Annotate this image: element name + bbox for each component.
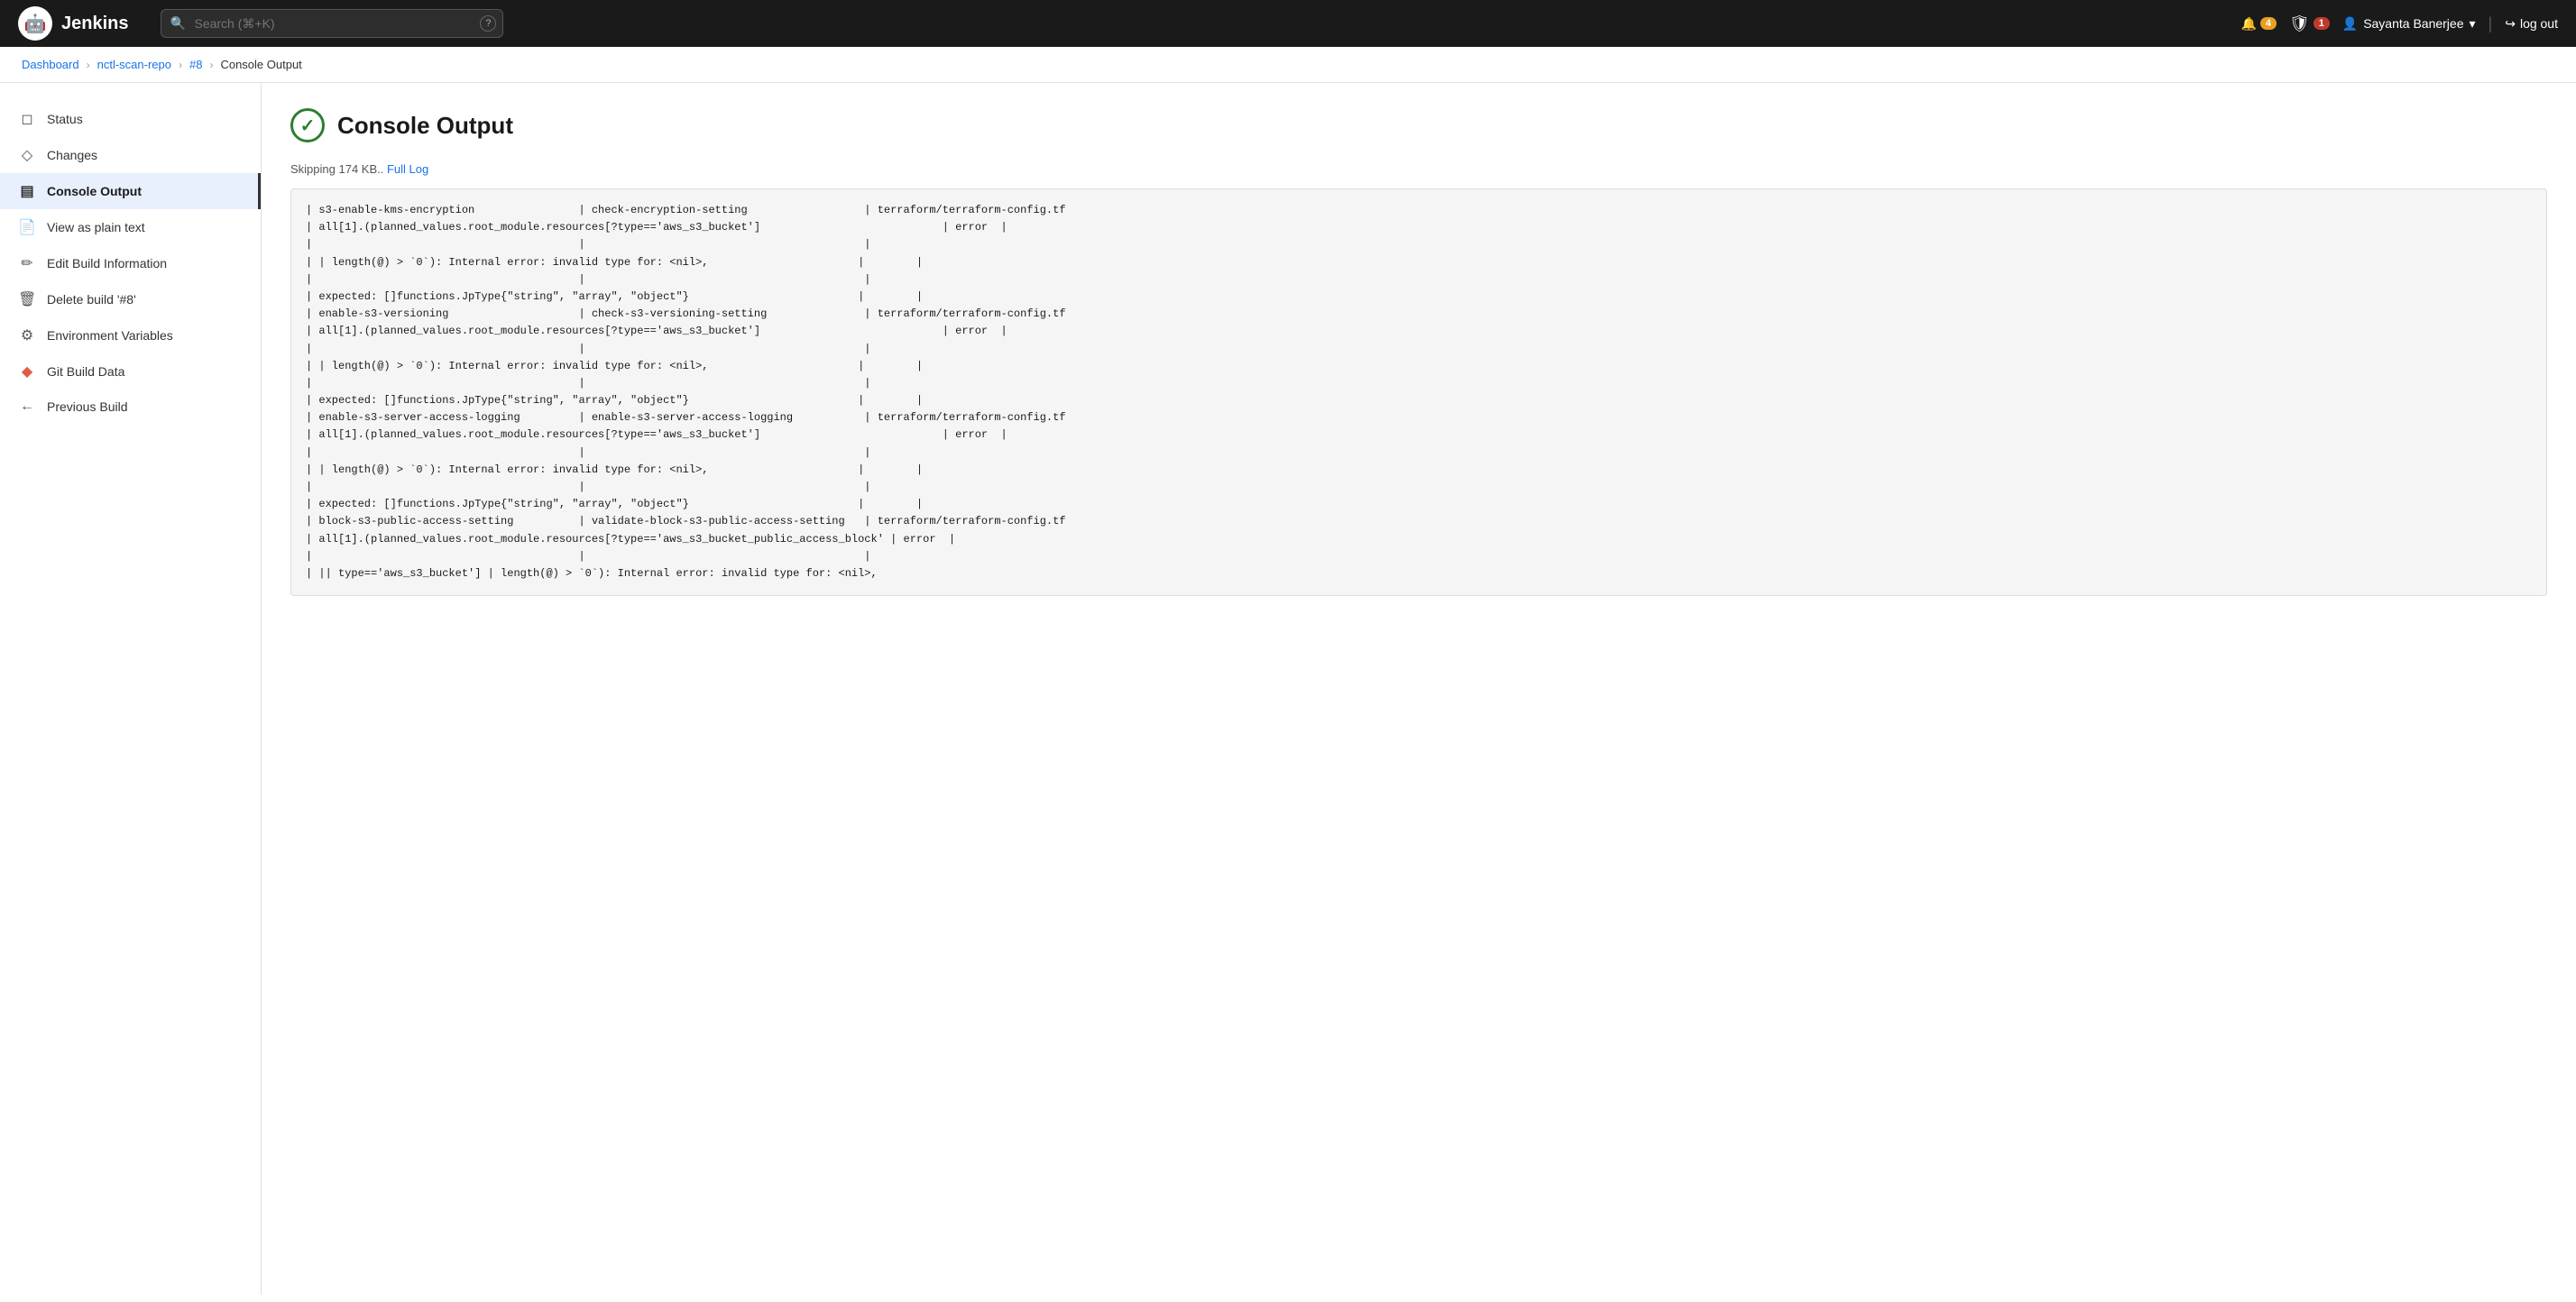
full-log-link[interactable]: Full Log [387,162,428,176]
view-plain-text-icon: 📄 [18,218,36,236]
search-help-icon[interactable]: ? [480,15,496,32]
delete-build-icon: 🗑 [18,290,36,308]
security-button[interactable]: 🛡 1 [2289,14,2330,33]
breadcrumb-dashboard[interactable]: Dashboard [22,58,79,71]
user-menu[interactable]: 👤 Sayanta Banerjee ▾ [2342,16,2476,32]
console-output-label: Console Output [47,184,142,198]
search-container: 🔍 ? [161,9,503,38]
sidebar-item-env-vars[interactable]: ⚙ Environment Variables [0,317,261,353]
sidebar: ◻ Status ◇ Changes ▤ Console Output 📄 View as p… [0,83,262,1295]
sidebar-item-console-output[interactable]: ▤ Console Output [0,173,261,209]
edit-build-info-label: Edit Build Information [47,256,167,270]
page-header: ✓ Console Output [290,108,2547,142]
delete-build-label: Delete build '#8' [47,292,136,307]
breadcrumb-sep-2: › [179,59,182,71]
previous-build-icon: ← [18,399,36,415]
log-notice: Skipping 174 KB.. Full Log [290,162,2547,176]
log-notice-text: Skipping 174 KB.. [290,162,387,176]
search-input[interactable] [161,9,503,38]
sidebar-item-git-build-data[interactable]: ◆ Git Build Data [0,353,261,390]
view-plain-text-label: View as plain text [47,220,145,234]
chevron-down-icon: ▾ [2470,16,2476,32]
breadcrumb-build[interactable]: #8 [189,58,202,71]
main-header: 🤖 Jenkins 🔍 ? 🔔 4 🛡 1 👤 Sayanta Banerjee… [0,0,2576,47]
breadcrumb-repo[interactable]: nctl-scan-repo [97,58,171,71]
page-title: Console Output [337,112,513,140]
build-success-icon: ✓ [290,108,325,142]
logout-label: log out [2520,16,2558,31]
main-layout: ◻ Status ◇ Changes ▤ Console Output 📄 View as p… [0,83,2576,1295]
git-build-data-label: Git Build Data [47,364,124,379]
bell-icon: 🔔 [2240,16,2256,32]
sidebar-item-changes[interactable]: ◇ Changes [0,137,261,173]
header-separator: | [2489,14,2493,33]
logout-icon: ↪ [2505,16,2516,32]
console-output: | s3-enable-kms-encryption | check-encry… [290,188,2547,596]
jenkins-logo[interactable]: 🤖 Jenkins [18,6,128,41]
breadcrumb-sep-3: › [209,59,213,71]
user-icon: 👤 [2342,16,2358,32]
security-count: 1 [2314,17,2330,30]
env-vars-icon: ⚙ [18,326,36,344]
status-icon: ◻ [18,110,36,128]
sidebar-item-status[interactable]: ◻ Status [0,101,261,137]
sidebar-item-view-plain-text[interactable]: 📄 View as plain text [0,209,261,245]
user-name: Sayanta Banerjee [2363,16,2463,31]
jenkins-logo-icon: 🤖 [18,6,52,41]
notifications-count: 4 [2260,17,2277,30]
console-output-icon: ▤ [18,182,36,200]
jenkins-logo-text: Jenkins [61,14,128,34]
previous-build-label: Previous Build [47,399,128,414]
env-vars-label: Environment Variables [47,328,173,343]
main-content: ✓ Console Output Skipping 174 KB.. Full … [262,83,2576,1295]
shield-icon: 🛡 [2289,14,2310,33]
changes-icon: ◇ [18,146,36,164]
sidebar-item-edit-build-info[interactable]: ✏ Edit Build Information [0,245,261,281]
sidebar-item-previous-build[interactable]: ← Previous Build [0,390,261,424]
changes-label: Changes [47,148,97,162]
logout-button[interactable]: ↪ log out [2505,16,2558,32]
breadcrumb-current: Console Output [220,58,301,71]
search-icon: 🔍 [170,16,185,32]
edit-build-info-icon: ✏ [18,254,36,272]
sidebar-item-delete-build[interactable]: 🗑 Delete build '#8' [0,281,261,317]
breadcrumb-sep-1: › [87,59,90,71]
header-icons: 🔔 4 🛡 1 👤 Sayanta Banerjee ▾ | ↪ log out [2240,14,2558,33]
status-label: Status [47,112,83,126]
breadcrumb: Dashboard › nctl-scan-repo › #8 › Consol… [0,47,2576,83]
git-build-data-icon: ◆ [18,362,36,381]
notifications-button[interactable]: 🔔 4 [2240,16,2276,32]
